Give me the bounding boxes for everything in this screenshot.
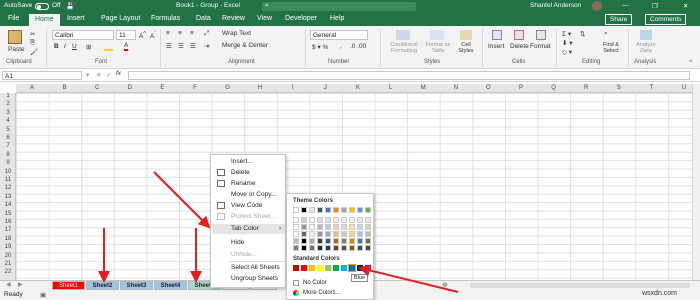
- arrow-to-tab-color: [153, 171, 211, 229]
- arrow-to-blue-swatch: [358, 264, 459, 293]
- annotation-arrows: [98, 171, 459, 293]
